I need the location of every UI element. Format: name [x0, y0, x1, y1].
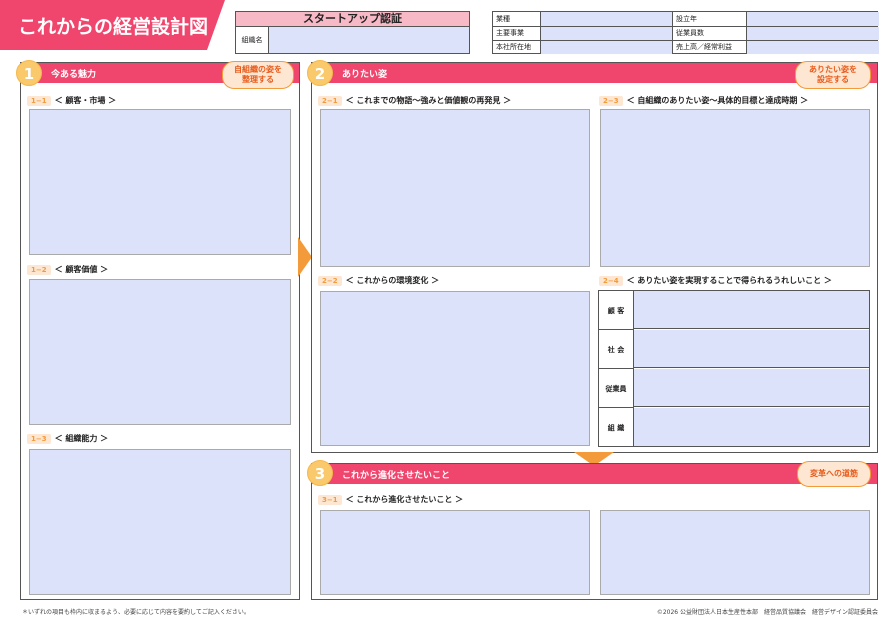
section1-panel: 今ある魅力 1−1 ＜ 顧客・市場 ＞ 1−2 ＜ 顧客価値 ＞ 1−3 ＜ 組織能力…	[20, 62, 300, 600]
section3-header: これから進化させたいこと	[312, 464, 877, 484]
section2-title: ありたい姿	[342, 70, 388, 80]
section3-title: これから進化させたいこと	[342, 471, 451, 481]
cert-header: スタートアップ認証	[235, 11, 470, 27]
ideal-state-field[interactable]	[600, 109, 870, 267]
hq-label: 本社所在地	[493, 42, 531, 52]
item-2-1: 2−1 ＜ これまでの物語〜強みと価値観の再発見 ＞	[318, 95, 511, 106]
item-2-2: 2−2 ＜ これからの環境変化 ＞	[318, 275, 439, 286]
environment-change-field[interactable]	[320, 291, 590, 446]
page-title: これからの経営設計図	[18, 16, 209, 38]
item-1-2: 1−2 ＜ 顧客価値 ＞	[27, 264, 108, 275]
section3-tag: 変革への道筋	[797, 461, 871, 487]
section2-number: 2	[307, 60, 333, 86]
story-field[interactable]	[320, 109, 590, 267]
hq-field[interactable]	[540, 41, 672, 54]
item-2-4: 2−4 ＜ ありたい姿を実現することで得られるうれしいこと ＞	[599, 275, 832, 286]
customer-market-field[interactable]	[29, 109, 291, 255]
row-label-society: 社 会	[607, 346, 625, 354]
item-2-3: 2−3 ＜ 自組織のありたい姿〜具体的目標と達成時期 ＞	[599, 95, 808, 106]
row-label-customer: 顧 客	[607, 307, 625, 315]
section2-header: ありたい姿	[312, 63, 877, 83]
row-label-organization: 組 織	[607, 424, 625, 432]
arrow-right-icon	[298, 237, 312, 277]
info-table: 業種 設立年 主要事業 従業員数 本社所在地 売上高／経常利益	[492, 11, 879, 54]
section3-panel: これから進化させたいこと 3−1 ＜ これから進化させたいこと ＞	[311, 463, 878, 600]
item-1-3: 1−3 ＜ 組織能力 ＞	[27, 433, 108, 444]
employees-label: 従業員数	[673, 28, 704, 38]
org-label: 組織名	[236, 27, 268, 53]
row-label-employees: 従業員	[605, 385, 627, 393]
founded-field[interactable]	[746, 12, 879, 26]
benefits-table: 顧 客 社 会 従業員 組 織	[598, 290, 870, 447]
industry-label: 業種	[493, 14, 510, 24]
section1-title: 今ある魅力	[51, 70, 97, 80]
customer-value-field[interactable]	[29, 279, 291, 425]
benefit-customer-field[interactable]	[634, 291, 869, 329]
section2-panel: ありたい姿 2−1 ＜ これまでの物語〜強みと価値観の再発見 ＞ 2−3 ＜ 自組織…	[311, 62, 878, 453]
section2-tag: ありたい姿を 設定する	[795, 61, 871, 89]
footer-note: ＊いずれの項目も枠内に収まるよう、必要に応じて内容を要約してご記入ください。	[22, 609, 250, 616]
org-row: 組織名	[235, 27, 470, 54]
org-name-field[interactable]	[268, 27, 469, 53]
section1-tag: 自組織の姿を 整理する	[222, 61, 294, 89]
industry-field[interactable]	[540, 12, 672, 26]
main-business-field[interactable]	[540, 27, 672, 40]
section3-number: 3	[307, 460, 333, 486]
benefit-society-field[interactable]	[634, 330, 869, 368]
item-3-1: 3−1 ＜ これから進化させたいこと ＞	[318, 494, 463, 505]
sales-label: 売上高／経常利益	[673, 42, 732, 52]
evolve-field-2[interactable]	[600, 510, 870, 595]
sales-field[interactable]	[746, 41, 879, 54]
org-capability-field[interactable]	[29, 449, 291, 595]
evolve-field-1[interactable]	[320, 510, 590, 595]
footer-copyright: ©2026 公益財団法人日本生産性本部 経営品質協議会 経営デザイン認証委員会	[656, 609, 878, 616]
benefit-employees-field[interactable]	[634, 369, 869, 407]
section1-number: 1	[16, 60, 42, 86]
item-1-1: 1−1 ＜ 顧客・市場 ＞	[27, 95, 116, 106]
benefit-organization-field[interactable]	[634, 408, 869, 446]
main-business-label: 主要事業	[493, 28, 524, 38]
founded-label: 設立年	[673, 14, 697, 24]
title-banner: これからの経営設計図	[0, 0, 225, 50]
employees-field[interactable]	[746, 27, 879, 40]
